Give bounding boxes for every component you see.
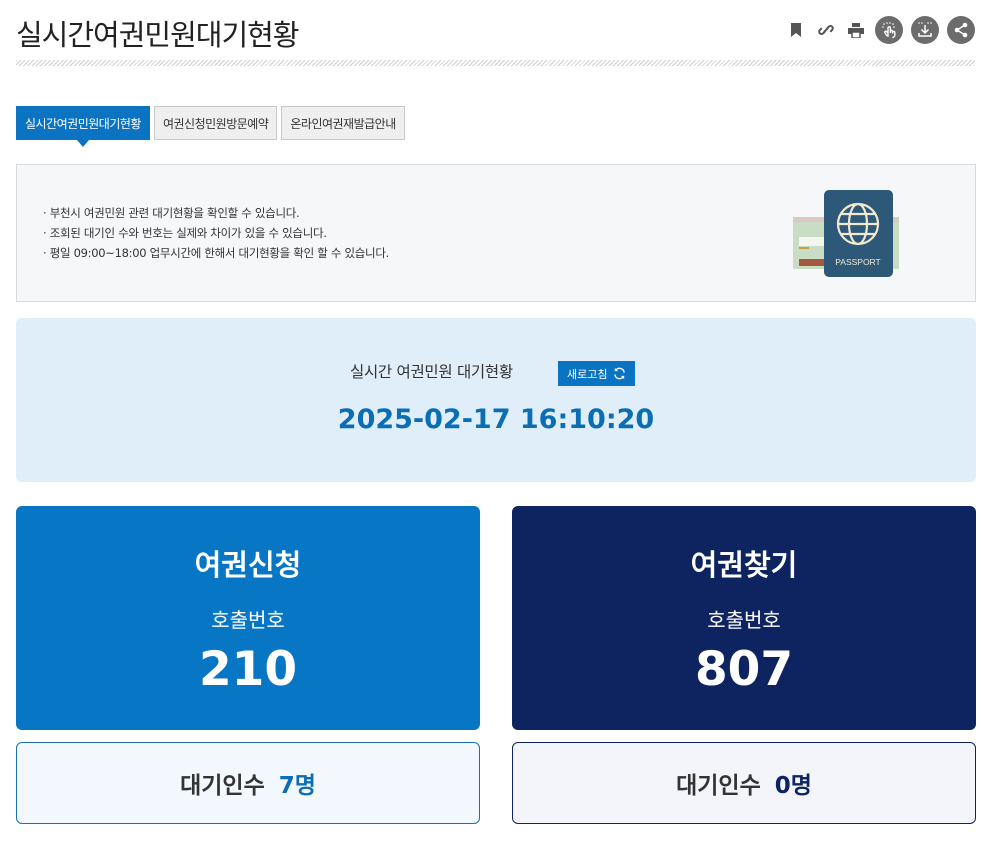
find-waiting-box: 대기인수 0명 xyxy=(512,742,976,824)
apply-waiting-count: 7명 xyxy=(278,773,316,799)
apply-waiting-box: 대기인수 7명 xyxy=(16,742,480,824)
apply-call-number: 210 xyxy=(198,642,298,697)
link-icon[interactable] xyxy=(815,16,837,44)
notice-list: · 부천시 여권민원 관련 대기현황을 확인할 수 있습니다. · 조회된 대기… xyxy=(43,203,389,263)
bookmark-icon[interactable] xyxy=(785,16,807,44)
page-toolbar xyxy=(785,16,975,44)
notice-item: · 조회된 대기인 수와 번호는 실제와 차이가 있을 수 있습니다. xyxy=(43,226,327,240)
notice-item: · 평일 09:00~18:00 업무시간에 한해서 대기현황을 확인 할 수 … xyxy=(43,246,389,260)
apply-waiting-label: 대기인수 xyxy=(180,773,265,799)
tab-realtime-status[interactable]: 실시간여권민원대기현황 xyxy=(16,106,150,147)
apply-card-title: 여권신청 xyxy=(194,548,302,582)
find-waiting-label: 대기인수 xyxy=(676,773,761,799)
find-waiting-count: 0명 xyxy=(774,773,812,799)
passport-icon: PASSPORT xyxy=(793,190,899,277)
tab-bar: 실시간여권민원대기현황 여권신청민원방문예약 온라인여권재발급안내 xyxy=(16,106,405,147)
find-card: 여권찾기 호출번호 807 xyxy=(512,506,976,730)
print-icon[interactable] xyxy=(845,16,867,44)
download-icon[interactable] xyxy=(911,16,939,44)
status-panel: 실시간 여권민원 대기현황 새로고침 2025-02-17 16:10:20 xyxy=(16,318,976,482)
tab-visit-reservation[interactable]: 여권신청민원방문예약 xyxy=(153,106,278,140)
notice-box: · 부천시 여권민원 관련 대기현황을 확인할 수 있습니다. · 조회된 대기… xyxy=(16,164,976,302)
status-label: 실시간 여권민원 대기현황 xyxy=(350,363,513,381)
apply-call-label: 호출번호 xyxy=(211,608,285,632)
notice-item: · 부천시 여권민원 관련 대기현황을 확인할 수 있습니다. xyxy=(43,206,300,220)
page-title: 실시간여권민원대기현황 xyxy=(16,18,299,52)
apply-card: 여권신청 호출번호 210 xyxy=(16,506,480,730)
find-card-title: 여권찾기 xyxy=(690,548,798,582)
title-divider xyxy=(16,60,975,66)
find-call-label: 호출번호 xyxy=(707,608,781,632)
find-call-number: 807 xyxy=(694,642,794,697)
passport-label: PASSPORT xyxy=(835,257,881,267)
refresh-button[interactable]: 새로고침 xyxy=(558,361,636,386)
refresh-icon xyxy=(614,367,626,380)
touch-icon[interactable] xyxy=(875,16,903,44)
status-datetime: 2025-02-17 16:10:20 xyxy=(337,404,655,435)
tab-online-reissue[interactable]: 온라인여권재발급안내 xyxy=(281,106,405,140)
share-icon[interactable] xyxy=(947,16,975,44)
refresh-label: 새로고침 xyxy=(567,367,608,381)
